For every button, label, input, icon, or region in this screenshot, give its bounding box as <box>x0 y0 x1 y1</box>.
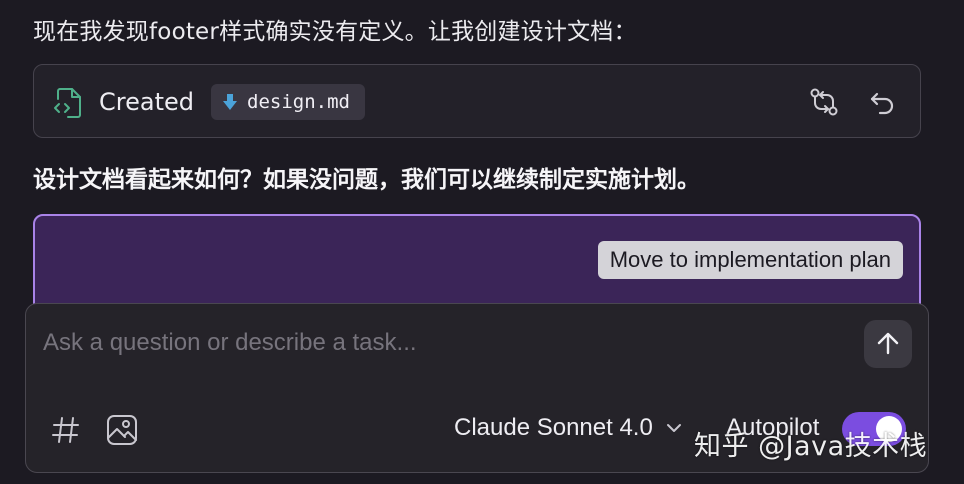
model-name: Claude Sonnet 4.0 <box>454 414 653 441</box>
hash-icon <box>52 417 79 443</box>
context-hash-button[interactable] <box>48 412 84 448</box>
image-icon <box>107 415 137 445</box>
file-created-card: Created design.md <box>33 64 921 138</box>
assistant-message-question: 设计文档看起来如何？如果没问题，我们可以继续制定实施计划。 <box>33 167 700 193</box>
watermark: 知乎 @Java技术栈 <box>694 431 928 462</box>
file-status-label: Created <box>99 88 194 116</box>
file-name: design.md <box>247 91 350 113</box>
compare-icon[interactable] <box>807 85 841 119</box>
send-button[interactable] <box>864 320 912 368</box>
assistant-message-intro: 现在我发现footer样式确实没有定义。让我创建设计文档： <box>33 19 637 45</box>
file-code-icon <box>54 88 81 118</box>
chat-input[interactable] <box>43 326 843 360</box>
file-chip[interactable]: design.md <box>211 84 365 120</box>
arrow-up-icon <box>877 332 899 355</box>
move-to-implementation-plan-button[interactable]: Move to implementation plan <box>597 241 903 279</box>
download-arrow-icon <box>223 94 237 110</box>
model-selector[interactable]: Claude Sonnet 4.0 <box>454 414 683 442</box>
revert-icon[interactable] <box>864 85 898 119</box>
chevron-down-icon <box>666 424 681 432</box>
attach-image-button[interactable] <box>104 412 140 448</box>
